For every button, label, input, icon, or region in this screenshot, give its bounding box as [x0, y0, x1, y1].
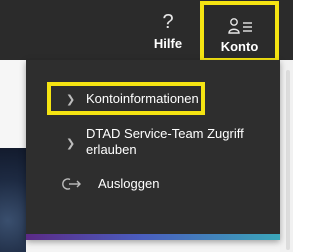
top-navigation-bar: ? Hilfe Konto	[0, 0, 293, 62]
menu-item-logout[interactable]: Ausloggen	[26, 174, 280, 198]
page-background-image	[0, 148, 26, 252]
user-list-icon	[228, 18, 252, 34]
help-button[interactable]: ? Hilfe	[146, 0, 190, 60]
screen: ? Hilfe Konto ❯ Kontoinformationen ❯ DTA…	[0, 0, 293, 252]
menu-item-allow-service-team-access[interactable]: ❯ DTAD Service-Team Zugriff erlauben	[26, 124, 280, 166]
scrollbar[interactable]	[286, 70, 290, 250]
account-button[interactable]: Konto	[200, 1, 279, 62]
account-label: Konto	[220, 39, 259, 54]
chevron-right-icon: ❯	[66, 138, 76, 150]
logout-icon	[62, 178, 81, 190]
account-dropdown-menu: ❯ Kontoinformationen ❯ DTAD Service-Team…	[26, 60, 280, 240]
question-mark-icon: ?	[162, 11, 174, 33]
menu-item-label: DTAD Service-Team Zugriff erlauben	[86, 126, 244, 157]
menu-accent-bar	[26, 234, 280, 240]
menu-item-label: Kontoinformationen	[86, 91, 199, 106]
page-right-edge	[280, 60, 293, 252]
menu-item-account-information[interactable]: ❯ Kontoinformationen	[26, 82, 280, 122]
help-label: Hilfe	[153, 36, 183, 51]
menu-item-label: Ausloggen	[98, 176, 160, 191]
chevron-right-icon: ❯	[66, 94, 76, 106]
